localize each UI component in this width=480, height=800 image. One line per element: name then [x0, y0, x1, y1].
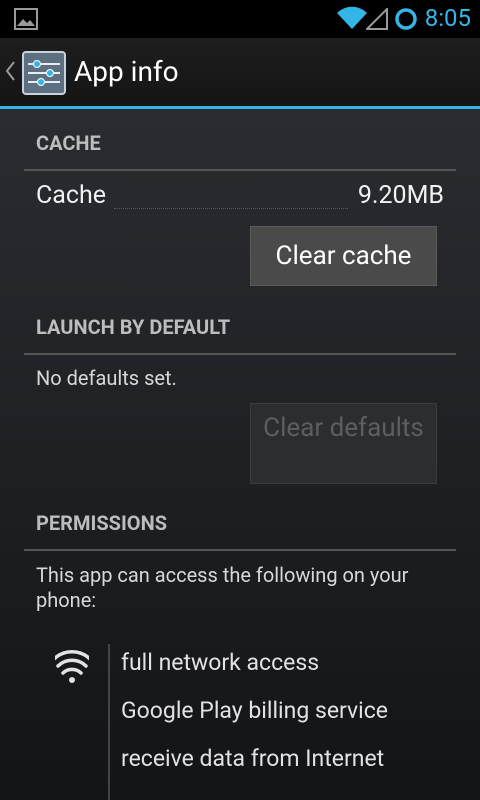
up-caret-icon[interactable] — [4, 60, 16, 86]
permission-item: receive data from Internet — [121, 745, 385, 772]
section-header-label: LAUNCH BY DEFAULT — [36, 315, 231, 339]
section-header-permissions: PERMISSIONS — [24, 511, 456, 551]
cache-label: Cache — [36, 181, 106, 210]
settings-app-icon[interactable] — [22, 51, 66, 99]
gallery-icon — [14, 8, 38, 34]
no-defaults-text: No defaults set. — [36, 366, 177, 390]
section-header-label: CACHE — [36, 131, 101, 155]
wifi-icon — [52, 650, 92, 688]
cache-size-value: 9.20MB — [357, 181, 444, 210]
section-header-label: PERMISSIONS — [36, 511, 168, 535]
permission-group-divider — [108, 644, 110, 800]
wifi-icon — [336, 6, 368, 34]
section-header-launch-by-default: LAUNCH BY DEFAULT — [24, 315, 456, 355]
permission-item: full network access — [121, 649, 320, 676]
sync-ring-icon — [394, 7, 418, 35]
app-info-content[interactable]: CACHE Cache 9.20MB Clear cache LAUNCH BY… — [0, 109, 480, 800]
permissions-intro-text: This app can access the following on you… — [36, 563, 409, 612]
status-time: 8:05 — [424, 4, 471, 32]
page-title: App info — [74, 55, 179, 88]
cache-row: Cache 9.20MB — [36, 181, 444, 217]
status-bar: 8:05 — [0, 0, 480, 38]
clear-defaults-button: Clear defaults — [250, 403, 437, 484]
clear-cache-button[interactable]: Clear cache — [250, 226, 437, 286]
dotted-leader — [114, 208, 348, 209]
action-bar: App info — [0, 38, 480, 106]
section-header-cache: CACHE — [24, 131, 456, 171]
signal-icon — [364, 6, 388, 34]
permission-item: Google Play billing service — [121, 697, 388, 724]
